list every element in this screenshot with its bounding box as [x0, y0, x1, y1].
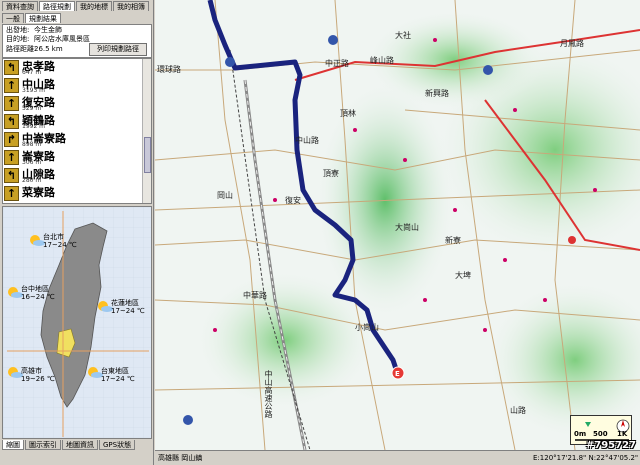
weather-map: 台北市 17~24 ℃ 台中地區 16~24 ℃ 花蓮地區 17~24 ℃ 高雄…	[2, 206, 152, 439]
highway-shield-icon	[568, 236, 576, 244]
bottom-tab-bar: 縮圖 圖示索引 地圖資訊 GPS狀態	[2, 440, 136, 450]
map-view[interactable]: E 中正路 峰山路 環球路 中華路 中山路 大崗山 頂寮 小崗山 新興路 中山高…	[155, 0, 640, 450]
turn-arrow-icon: ↱	[4, 132, 19, 147]
scale-right: 1K	[617, 430, 628, 438]
weather-region-temp: 17~24 ℃	[111, 307, 145, 315]
destination-marker-label: E	[395, 370, 400, 378]
weather-region-temp: 16~24 ℃	[21, 293, 55, 301]
road-label: 大崗山	[395, 223, 419, 232]
step-distance: 3193 m	[22, 87, 46, 94]
list-item[interactable]: ↑ 中山路 3193 m	[4, 77, 142, 94]
steps-scrollbar[interactable]	[142, 59, 151, 203]
dest-row: 目的地: 阿公店水庫風景區	[6, 35, 90, 44]
start-row: 出發地: 今生金飾	[6, 26, 62, 35]
road-label: 中山高速公路	[264, 370, 273, 418]
scroll-thumb[interactable]	[144, 137, 151, 173]
road-label: 環球路	[157, 65, 181, 74]
tab-route-plan[interactable]: 路徑規劃	[39, 1, 75, 11]
highway-shield-icon	[328, 35, 338, 45]
distance-label: 路徑距離:	[6, 45, 37, 53]
road-label: 新寮	[445, 236, 461, 245]
tab-my-album[interactable]: 我的相簿	[113, 1, 149, 11]
list-item[interactable]: ↑ 崙寮路 306 m	[4, 149, 142, 166]
road-label: 峰山路	[370, 56, 394, 65]
road-label: 頂寮	[323, 169, 339, 178]
road-label: 岡山	[217, 191, 233, 200]
road-label: 中華路	[243, 291, 267, 300]
road-label: 中正路	[325, 59, 349, 68]
turn-arrow-icon: ↰	[4, 168, 19, 183]
scale-left: 0m	[574, 430, 587, 438]
turn-arrow-icon: ↑	[4, 186, 19, 201]
weather-region-name: 台北市	[43, 232, 64, 241]
weather-region-temp: 17~24 ℃	[101, 375, 135, 383]
scale-mid: 500	[593, 430, 608, 438]
step-road: 菜寮路	[22, 186, 55, 199]
list-item[interactable]: ↰ 忠孝路 647 m	[4, 59, 142, 76]
tab-thumbnail[interactable]: 縮圖	[2, 440, 24, 450]
watermark: #795727	[585, 440, 636, 451]
start-value: 今生金飾	[34, 26, 62, 34]
list-item[interactable]: ↑ 菜寮路	[4, 185, 142, 202]
route-steps-list: ↰ 忠孝路 647 m ↑ 中山路 3193 m ↑ 復安路 529 m ↰ 穎…	[2, 58, 152, 204]
distance-row: 路徑距離: 26.5 km	[6, 45, 63, 54]
status-coordinates: E:120°17'21.8" N:22°47'05.2"	[533, 454, 639, 462]
route-info-box: 出發地: 今生金飾 目的地: 阿公店水庫風景區 路徑距離: 26.5 km 列印…	[2, 24, 152, 58]
start-label: 出發地:	[6, 26, 30, 34]
status-bar: 高雄縣 岡山鎮 E:120°17'21.8" N:22°47'05.2"	[155, 450, 640, 465]
sub-tab-bar: 一般 規劃結果	[2, 13, 62, 23]
highway-shield-icon	[225, 57, 235, 67]
turn-arrow-icon: ↑	[4, 78, 19, 93]
weather-region-temp: 17~24 ℃	[43, 241, 77, 249]
tab-icon-index[interactable]: 圖示索引	[25, 440, 61, 450]
dest-label: 目的地:	[6, 35, 30, 43]
turn-arrow-icon: ↰	[4, 60, 19, 75]
highway-shield-icon	[483, 65, 493, 75]
step-distance: 280 m	[22, 177, 42, 184]
turn-arrow-icon: ↰	[4, 114, 19, 129]
road-label: 復安	[285, 196, 301, 205]
weather-region-temp: 19~26 ℃	[21, 375, 55, 383]
step-distance: 306 m	[22, 159, 42, 166]
road-label: 大埤	[455, 271, 471, 280]
distance-value: 26.5 km	[34, 45, 63, 53]
road-label: 中山路	[295, 136, 319, 145]
road-label: 新興路	[425, 89, 449, 98]
weather-region-name: 花蓮地區	[111, 298, 139, 307]
weather-region-name: 高雄市	[21, 366, 42, 375]
step-distance: 1992 m	[22, 123, 46, 130]
list-item[interactable]: ↰ 山隙路 280 m	[4, 167, 142, 184]
highway-shield-icon	[183, 415, 193, 425]
turn-arrow-icon: ↑	[4, 150, 19, 165]
weather-region-name: 台東地區	[101, 366, 129, 375]
road-label: 小崗山	[355, 323, 379, 332]
subtab-plan-result[interactable]: 規劃結果	[25, 13, 61, 23]
road-label: 月鳳路	[560, 39, 584, 48]
road-label: 山路	[510, 406, 526, 415]
step-distance: 647 m	[22, 69, 42, 76]
tab-gps-status[interactable]: GPS狀態	[99, 440, 136, 450]
taiwan-map-icon: 台北市 17~24 ℃ 台中地區 16~24 ℃ 花蓮地區 17~24 ℃ 高雄…	[3, 207, 151, 438]
top-tab-bar: 資料查詢 路徑規劃 我的地標 我的相簿	[2, 1, 150, 11]
dest-value: 阿公店水庫風景區	[34, 35, 90, 43]
list-item[interactable]: ↱ 中崙寮路 898 m	[4, 131, 142, 148]
print-route-button[interactable]: 列印規劃路徑	[89, 43, 147, 56]
tab-map-info[interactable]: 地圖資訊	[62, 440, 98, 450]
tab-my-landmarks[interactable]: 我的地標	[76, 1, 112, 11]
list-item[interactable]: ↰ 穎鶴路 1992 m	[4, 113, 142, 130]
step-distance: 529 m	[22, 105, 42, 112]
tab-data-query[interactable]: 資料查詢	[2, 1, 38, 11]
list-item[interactable]: ↑ 復安路 529 m	[4, 95, 142, 112]
step-distance: 898 m	[22, 141, 42, 148]
status-location: 高雄縣 岡山鎮	[158, 454, 203, 462]
road-label: 大社	[395, 31, 411, 40]
turn-arrow-icon: ↑	[4, 96, 19, 111]
road-label: 頂林	[340, 109, 356, 118]
app-window: 資料查詢 路徑規劃 我的地標 我的相簿 一般 規劃結果 出發地: 今生金飾 目的…	[0, 0, 640, 465]
subtab-general[interactable]: 一般	[2, 13, 24, 23]
left-panel: 資料查詢 路徑規劃 我的地標 我的相簿 一般 規劃結果 出發地: 今生金飾 目的…	[0, 0, 154, 465]
weather-region-name: 台中地區	[21, 284, 49, 293]
